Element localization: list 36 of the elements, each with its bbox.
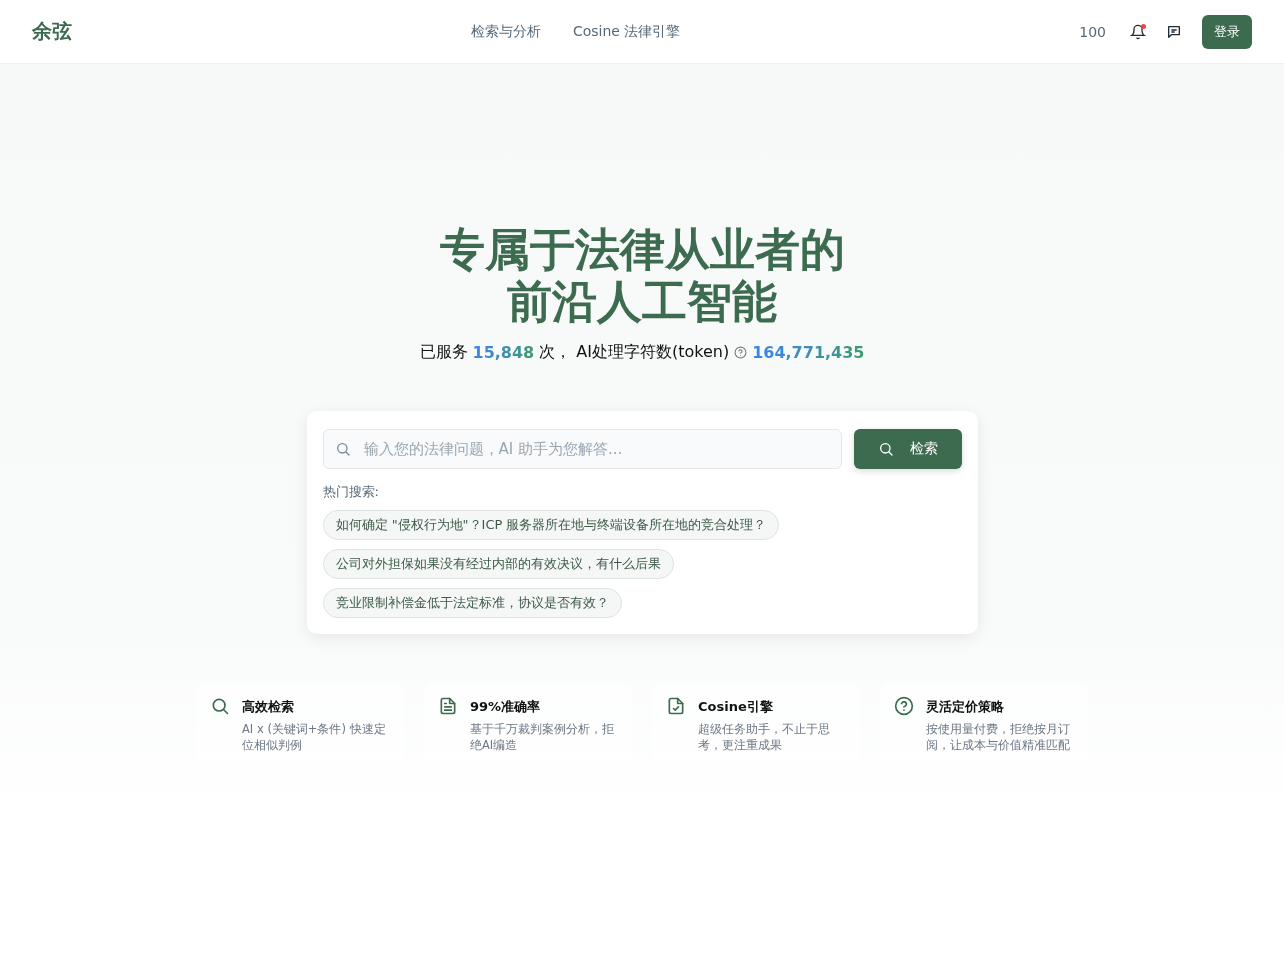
stats-label: 次， (539, 342, 572, 363)
feature-title: Cosine引擎 (698, 698, 774, 716)
hero-title: 专属于法律从业者的 前沿人工智能 (439, 224, 845, 328)
search-field[interactable]: 输入您的法律问题，AI 助手为您解答... (322, 429, 842, 469)
login-button[interactable]: 登录 (1202, 14, 1252, 49)
help-icon (894, 696, 914, 716)
hot-search-label: 热门搜索: (322, 483, 380, 501)
feature-title: 高效检索 (242, 698, 295, 716)
document-icon (438, 696, 458, 716)
feature-description: 基于千万裁判案例分析，拒绝AI编造 (470, 721, 615, 753)
feature-description: 按使用量付费，拒绝按月订阅，让成本与价值精准匹配 (926, 721, 1071, 753)
stats-label: 已服务 (419, 342, 468, 363)
stats-label: AI处理字符数(token) (576, 342, 730, 363)
message-icon (1166, 23, 1182, 40)
search-icon (877, 441, 894, 457)
feature-title: 灵活定价策略 (926, 698, 1005, 716)
notification-button[interactable] (1130, 23, 1146, 40)
feature-description: AI x (关键词+条件) 快速定位相似判例 (242, 721, 387, 753)
nav-link[interactable]: 检索与分析 (470, 22, 541, 41)
suggestion-chip[interactable]: 如何确定 "侵权行为地"？ICP 服务器所在地与终端设备所在地的竞合处理？ (322, 510, 780, 540)
nav-link[interactable]: Cosine 法律引擎 (572, 22, 681, 41)
bell-icon (1130, 23, 1146, 40)
help-icon (734, 346, 748, 359)
served-count: 15,848 (472, 343, 535, 362)
document-check-icon (666, 696, 686, 716)
message-button[interactable] (1166, 23, 1182, 40)
search-button[interactable]: 检索 (853, 429, 962, 469)
credit-count: 100 (1079, 23, 1106, 40)
search-icon (210, 696, 230, 716)
logo[interactable]: 余弦 (32, 18, 72, 45)
suggestion-chip[interactable]: 公司对外担保如果没有经过内部的有效决议，有什么后果 (322, 549, 674, 579)
feature-description: 超级任务助手，不止于思考，更注重成果 (698, 721, 831, 753)
token-count: 164,771,435 (752, 343, 865, 362)
search-icon (334, 441, 351, 457)
suggestion-chip[interactable]: 竞业限制补偿金低于法定标准，协议是否有效？ (322, 588, 622, 618)
feature-title: 99%准确率 (470, 698, 542, 716)
